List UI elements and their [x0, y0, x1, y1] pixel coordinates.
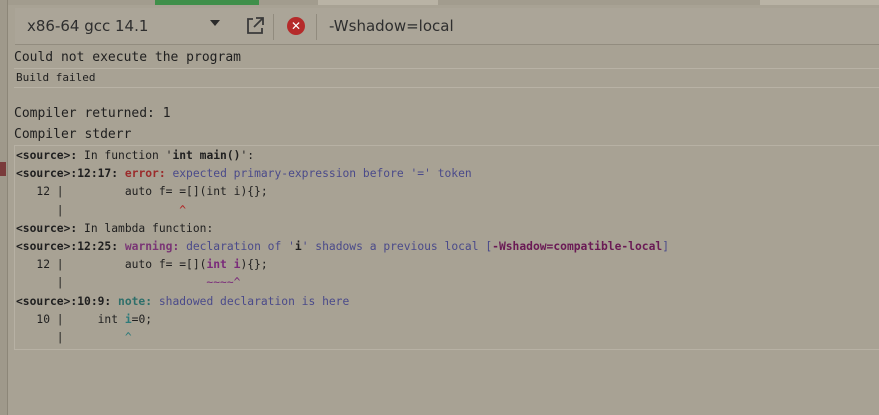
close-circle-icon[interactable]: ✕: [287, 17, 305, 35]
stderr-line: <source>:10:9: note: shadowed declaratio…: [16, 294, 350, 308]
stderr-line: 12 | auto f= =[](int i){};: [16, 185, 268, 199]
stderr-line: | ~~~~^: [16, 276, 241, 290]
external-link-icon[interactable]: [244, 15, 266, 37]
compiler-select[interactable]: x86-64 gcc 14.1: [15, 8, 235, 44]
left-gutter: [0, 0, 8, 415]
stderr-line: <source>:12:17: error: expected primary-…: [16, 167, 472, 181]
stderr-line: <source>: In function 'int main()':: [16, 149, 255, 162]
gutter-error-marker: [0, 162, 6, 176]
tab-strip: [8, 0, 879, 5]
stderr-line: 12 | auto f= =[](int i){};: [16, 258, 268, 272]
compiler-output-panel: Could not execute the program Build fail…: [14, 46, 879, 351]
stderr-output: <source>: In function 'int main()': <sou…: [14, 145, 879, 351]
compiler-select-label: x86-64 gcc 14.1: [27, 17, 149, 35]
stderr-line: | ^: [16, 203, 187, 217]
build-status: Build failed: [14, 69, 879, 88]
tab-active[interactable]: [155, 0, 259, 5]
stderr-line: | ^: [16, 330, 132, 344]
stderr-header: Compiler stderr: [14, 127, 132, 142]
tab-other[interactable]: [318, 0, 438, 5]
toolbar-divider: [273, 14, 274, 40]
compiler-flags-input[interactable]: [329, 10, 877, 42]
compiler-toolbar: x86-64 gcc 14.1 ✕: [15, 8, 879, 45]
chevron-down-icon: [210, 20, 220, 26]
tab-other-right[interactable]: [760, 0, 879, 5]
stderr-line: 10 | int i=0;: [16, 312, 153, 326]
toolbar-divider: [316, 14, 317, 40]
stderr-line: <source>:12:25: warning: declaration of …: [16, 239, 669, 253]
compiler-returned: Compiler returned: 1: [14, 106, 171, 121]
stderr-line: <source>: In lambda function:: [16, 221, 214, 235]
exec-status: Could not execute the program: [14, 48, 879, 69]
